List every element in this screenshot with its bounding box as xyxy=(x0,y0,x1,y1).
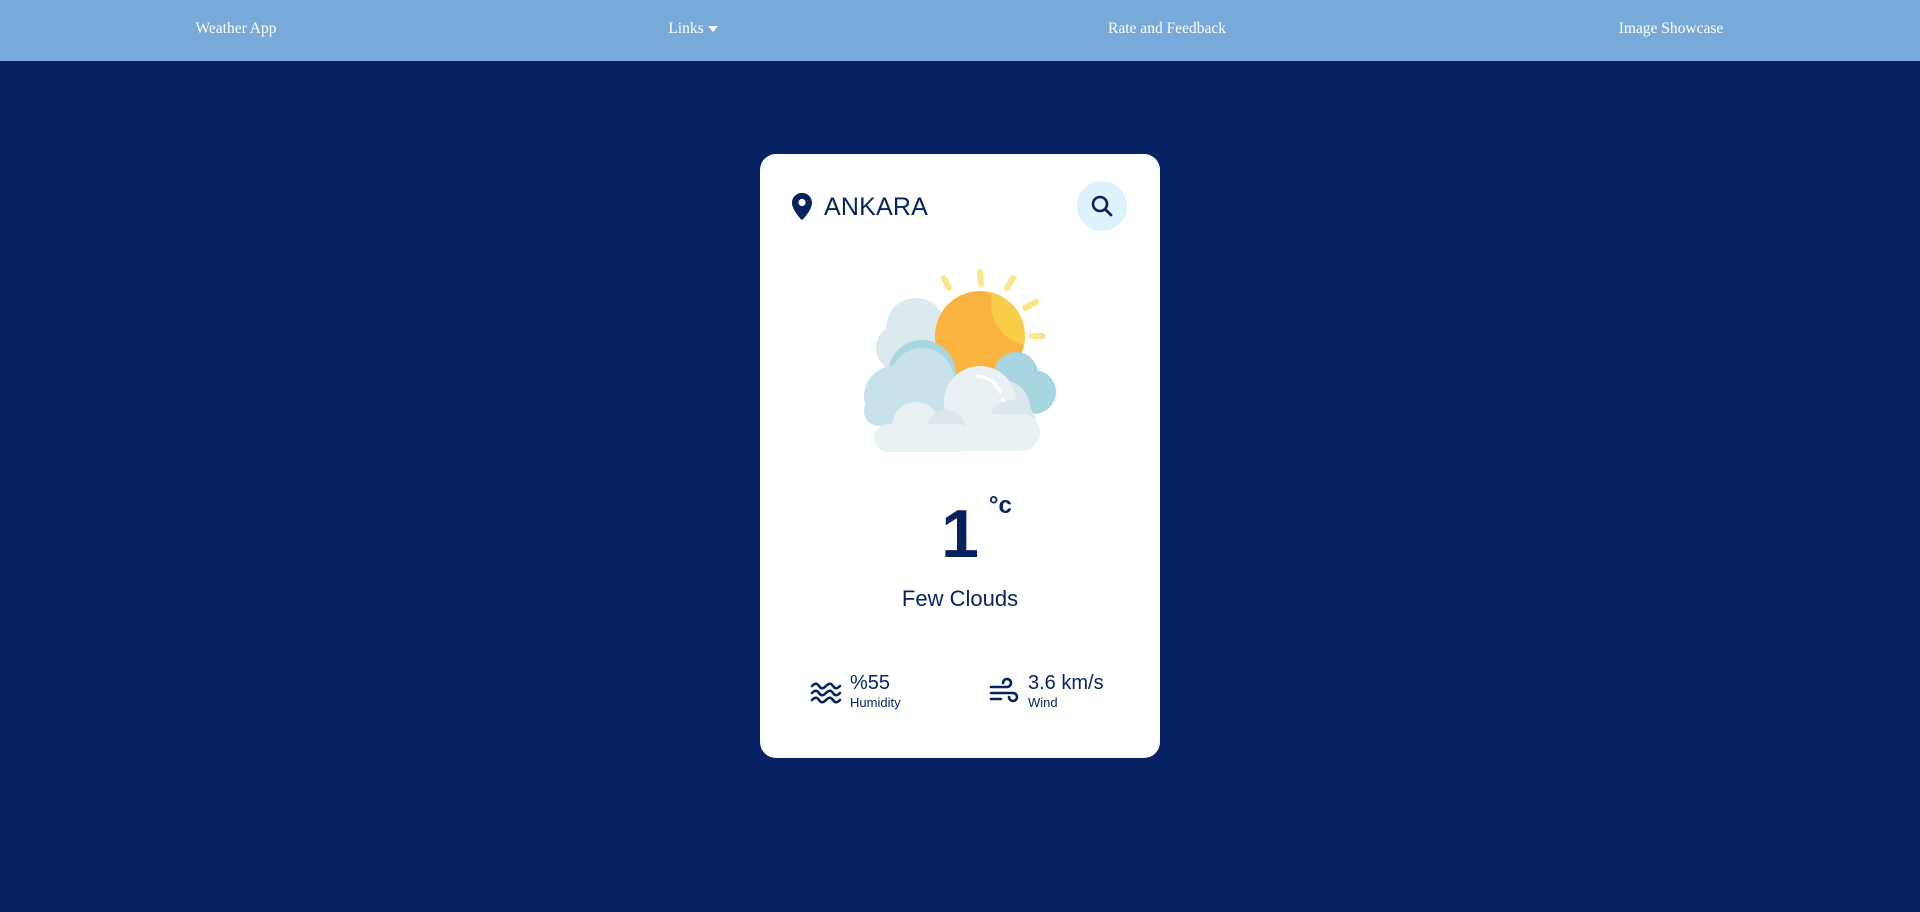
weather-condition: Few Clouds xyxy=(901,586,1019,611)
humidity-value: %55 xyxy=(850,672,891,694)
wind-value: 3.6 km/s xyxy=(1028,672,1104,694)
nav-weather-app-label: Weather App xyxy=(195,19,277,37)
search-icon xyxy=(1091,195,1113,217)
humidity-label: Humidity xyxy=(850,695,901,710)
temperature-value: 1 °c xyxy=(941,492,1012,574)
wind-icon xyxy=(989,677,1019,703)
nav-rate-feedback[interactable]: Rate and Feedback xyxy=(1067,0,1267,57)
sun-behind-clouds-icon xyxy=(864,269,1056,452)
water-waves-icon xyxy=(810,682,842,704)
caret-down-icon xyxy=(707,25,718,32)
nav-weather-app[interactable]: Weather App xyxy=(136,0,336,57)
nav-image-showcase[interactable]: Image Showcase xyxy=(1571,0,1771,57)
nav-rate-feedback-label: Rate and Feedback xyxy=(1108,19,1226,37)
map-pin-icon xyxy=(792,193,812,220)
wind-stat: 3.6 km/s Wind xyxy=(988,672,1104,712)
nav-image-showcase-label: Image Showcase xyxy=(1618,19,1724,37)
temperature-number: 1 xyxy=(941,496,979,572)
nav-links-dropdown[interactable]: Links xyxy=(593,0,793,57)
city-name: ANKARA xyxy=(824,192,929,221)
nav-links-label: Links xyxy=(668,19,704,37)
top-navbar: Weather App Links Rate and Feedback Imag… xyxy=(0,0,1920,61)
humidity-text: %55 Humidity xyxy=(850,672,901,712)
location-row: ANKARA xyxy=(790,190,928,224)
humidity-stat: %55 Humidity xyxy=(810,672,901,712)
temperature-unit: °c xyxy=(988,492,1012,519)
temperature-block: 1 °c xyxy=(760,492,1160,574)
wind-text: 3.6 km/s Wind xyxy=(1028,672,1104,712)
search-button[interactable] xyxy=(1077,181,1127,231)
weather-card: ANKARA 1 °c Few Clouds %55 Humidity 3.6 … xyxy=(760,154,1160,758)
wind-label: Wind xyxy=(1028,695,1058,710)
